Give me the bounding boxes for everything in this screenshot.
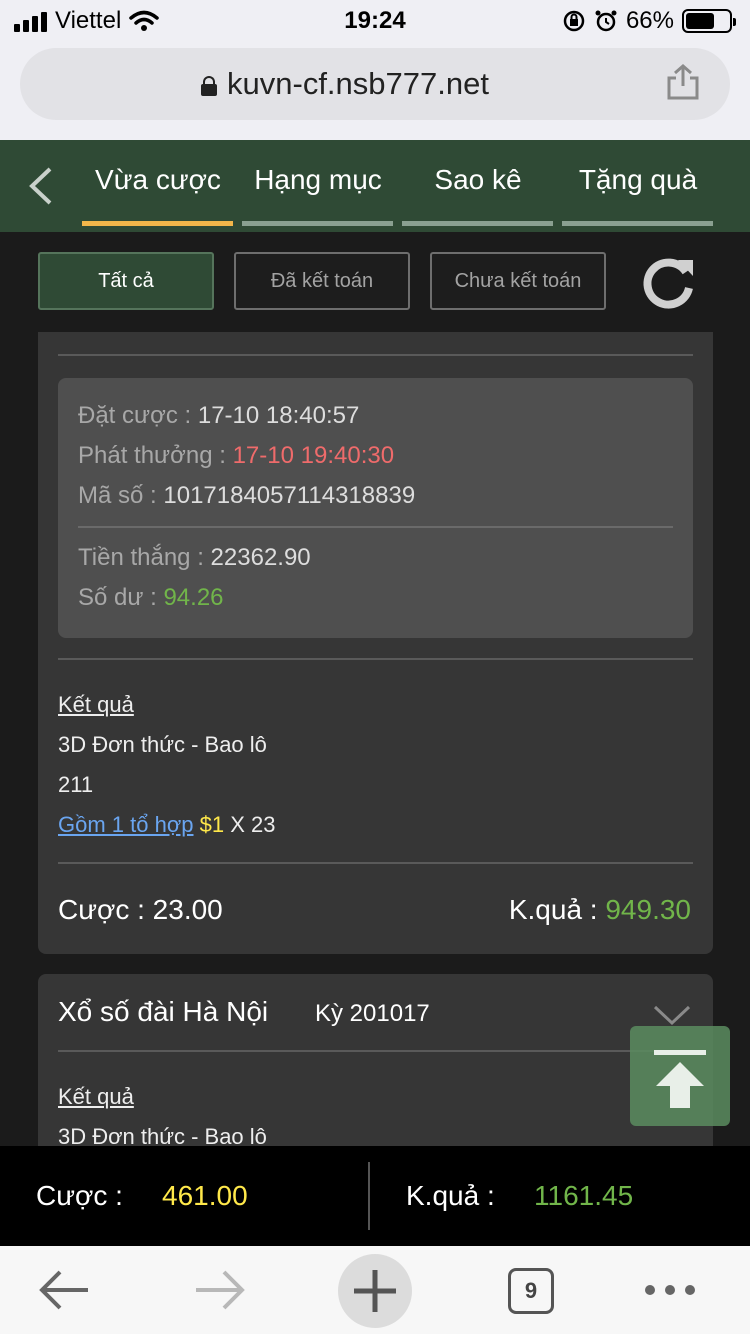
balance-value: 94.26 [163,584,224,611]
plus-icon [354,1270,396,1312]
stake-row: Cược : 23.00 [58,894,223,925]
unit-value: $1 [199,812,225,837]
battery-icon [682,9,736,33]
bet-info-box: Đặt cược : 17-10 18:40:57 Phát thưởng : … [58,378,693,638]
placed-row: Đặt cược : 17-10 18:40:57 [78,402,360,429]
result-value: 949.30 [605,894,691,925]
total-stake-value: 461.00 [162,1180,248,1211]
code-label: Mã số [78,482,144,509]
chevron-down-icon[interactable] [653,1004,691,1026]
payout-value: 17-10 19:40:30 [232,442,395,469]
result-row: K.quả : 949.30 [508,894,691,925]
tab-statement[interactable]: Sao kê [402,164,554,196]
back-arrow-icon[interactable] [36,1256,92,1324]
lottery-period: Kỳ 201017 [315,1000,430,1027]
code-value: 1017184057114318839 [163,482,416,509]
tab-indicator [402,221,553,226]
url-group: kuvn-cf.nsb777.net [20,66,670,102]
bet-type: 3D Đơn thức - Bao lô [58,732,267,757]
new-tab-button[interactable] [338,1254,412,1328]
divider [78,526,673,528]
total-result-value: 1161.45 [534,1180,634,1211]
balance-label: Số dư [78,584,144,611]
tab-indicator [562,221,713,226]
back-chevron-icon[interactable] [26,166,56,206]
result-label: K.quả [508,894,583,925]
payout-label: Phát thưởng [78,442,213,469]
refresh-icon[interactable] [638,254,698,314]
bet-card: Đặt cược : 17-10 18:40:57 Phát thưởng : … [38,332,713,954]
status-bar: Viettel 19:24 66% [0,0,750,40]
filter-unsettled-button[interactable]: Chưa kết toán [430,252,606,310]
result-link[interactable]: Kết quả [58,692,134,718]
lottery-title: Xổ số đài Hà Nội [58,996,269,1027]
total-stake-label: Cược : [36,1180,123,1211]
totals-bar: Cược : 461.00 K.quả : 1161.45 [0,1146,750,1246]
win-value: 22362.90 [210,544,311,571]
filter-settled-button[interactable]: Đã kết toán [234,252,410,310]
tab-recent-bets[interactable]: Vừa cược [82,164,234,196]
tab-header: Vừa cược Hạng mục Sao kê Tặng quà [0,140,750,232]
battery-percent: 66% [625,7,674,34]
scroll-to-top-button[interactable] [630,1026,730,1126]
multiplier: X 23 [230,812,276,837]
rotation-lock-icon [563,10,585,32]
tabs-button[interactable]: 9 [508,1268,554,1314]
stake-value: 23.00 [152,894,223,925]
divider [58,1050,693,1052]
filter-all-button[interactable]: Tất cả [38,252,214,310]
tab-indicator-active [82,221,233,226]
browser-address-area: kuvn-cf.nsb777.net [0,40,750,140]
alarm-icon [595,10,617,32]
arrow-up-icon [654,1050,706,1108]
more-icon[interactable] [640,1256,700,1324]
tab-categories[interactable]: Hạng mục [242,164,394,196]
divider [368,1162,370,1230]
filter-row: Tất cả Đã kết toán Chưa kết toán [0,232,750,332]
divider [58,862,693,864]
forward-arrow-icon[interactable] [192,1256,248,1324]
divider [58,658,693,660]
share-icon[interactable] [666,64,700,100]
combo-link[interactable]: Gồm 1 tổ hợp [58,812,194,837]
bet-number: 211 [58,772,94,797]
win-row: Tiền thắng : 22362.90 [78,544,311,571]
status-right: 66% [562,7,736,35]
code-row: Mã số : 1017184057114318839 [78,482,416,509]
placed-value: 17-10 18:40:57 [197,402,360,429]
divider [58,354,693,356]
payout-row: Phát thưởng : 17-10 19:40:30 [78,442,395,469]
win-label: Tiền thắng [78,544,191,571]
address-bar[interactable]: kuvn-cf.nsb777.net [20,48,730,120]
result-link[interactable]: Kết quả [58,1084,134,1110]
tab-indicator [242,221,393,226]
lock-icon [201,76,218,96]
browser-toolbar: 9 [0,1246,750,1334]
placed-label: Đặt cược [78,402,178,429]
balance-row: Số dư : 94.26 [78,584,224,611]
combo-row: Gồm 1 tổ hợp $1 X 23 [58,812,276,838]
tab-gifts[interactable]: Tặng quà [562,164,714,196]
stake-label: Cược [58,894,130,925]
total-result-label: K.quả : [406,1180,495,1211]
url-text: kuvn-cf.nsb777.net [227,66,489,101]
